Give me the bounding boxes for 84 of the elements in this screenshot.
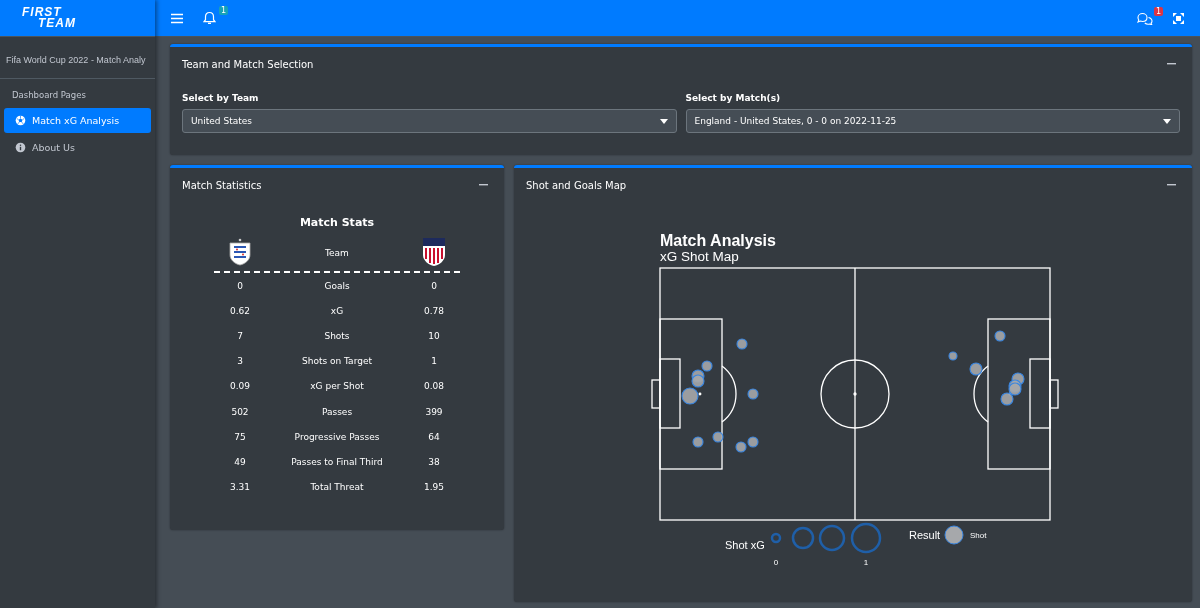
shot-marker (681, 387, 699, 405)
shot-marker (701, 360, 713, 372)
crest-icon (422, 237, 446, 267)
minus-icon (479, 184, 488, 186)
table-cell: 0 (237, 280, 243, 291)
legend-title: Shot xG (725, 539, 765, 551)
card-title: Shot and Goals Map (526, 179, 627, 191)
table-cell: 0.09 (229, 381, 250, 392)
shot-marker (1000, 392, 1014, 406)
table-cell: Total Threat (310, 482, 364, 493)
table-cell: 64 (428, 431, 440, 442)
field-label: Select by Match(s) (685, 93, 782, 103)
column-header: Team (325, 248, 349, 258)
legend-label: 0 (773, 558, 779, 567)
minus-icon (1167, 184, 1176, 186)
shot-legend-marker (944, 525, 964, 545)
dropdown-field[interactable]: United States (182, 109, 677, 133)
table-cell: Passes (321, 406, 353, 417)
app-title: Fifa World Cup 2022 - Match Analy (0, 37, 155, 79)
minus-icon (1167, 63, 1176, 65)
shot-marker (692, 436, 704, 448)
table-cell: 502 (231, 406, 249, 417)
brand-logo[interactable]: FIRST TEAM (0, 0, 155, 37)
table-cell: 38 (428, 456, 440, 467)
legend-title: Result (909, 529, 941, 541)
chart-title: Match Analysis (660, 232, 776, 249)
dropdown-field[interactable]: England - United States, 0 - 0 on 2022-11-25 (685, 109, 1180, 133)
legend-label: 1 (863, 558, 869, 567)
table-cell: 3 (237, 356, 243, 367)
crest-icon (229, 238, 251, 266)
field-label: Select by Team (182, 93, 260, 103)
table-cell: xG (330, 305, 344, 316)
shot-marker (948, 351, 958, 361)
table-heading: Match Stats (298, 216, 376, 229)
shot-marker (969, 362, 983, 376)
table-cell: 75 (234, 431, 246, 442)
shot-marker (736, 338, 748, 350)
table-cell: 49 (234, 456, 246, 467)
table-cell: Progressive Passes (294, 431, 380, 442)
xg-size-ring (818, 524, 846, 552)
chat-icon (1137, 11, 1153, 25)
legend-label: Shot (970, 531, 987, 540)
table-cell: xG per Shot (310, 381, 364, 392)
message-badge: 1 (1153, 6, 1163, 16)
table-cell: 1.95 (423, 482, 444, 493)
card-title: Team and Match Selection (182, 58, 314, 70)
section-label: Dashboard Pages (11, 89, 87, 102)
table-cell: Shots (324, 330, 350, 341)
menu-icon (171, 12, 183, 24)
table-cell: 3.31 (229, 482, 250, 493)
soccer-ball-icon (15, 115, 26, 126)
xg-size-ring (850, 522, 882, 554)
shot-marker (747, 436, 759, 448)
card-title: Match Statistics (182, 179, 262, 191)
table-cell: Shots on Target (302, 356, 372, 367)
shot-marker (712, 431, 724, 443)
table-cell: 1 (431, 356, 437, 367)
table-cell: Passes to Final Third (291, 456, 383, 467)
table-cell: 0 (431, 280, 437, 291)
chart-subtitle: xG Shot Map (660, 249, 739, 264)
table-cell: 0.78 (423, 305, 444, 316)
table-cell: 0.08 (423, 381, 444, 392)
notification-badge: 1 (218, 6, 228, 15)
messages-button[interactable]: 1 (1129, 7, 1161, 29)
sidebar-item[interactable]: Match xG Analysis (4, 108, 151, 133)
table-cell: Goals (324, 280, 350, 291)
table-cell: 399 (425, 406, 443, 417)
sidebar-item[interactable]: About Us (4, 135, 151, 160)
shot-marker (747, 388, 759, 400)
logo-text: FIRST (22, 7, 62, 18)
shot-marker (994, 330, 1006, 342)
bell-icon (203, 11, 216, 25)
shot-marker (735, 441, 747, 453)
table-cell: 7 (237, 330, 243, 341)
caret-icon (659, 118, 668, 124)
logo-text: TEAM (37, 18, 76, 29)
shot-marker (691, 374, 705, 388)
table-cell: 0.62 (229, 305, 250, 316)
table-cell: 10 (428, 330, 440, 341)
info-icon (15, 142, 26, 153)
xg-size-ring (770, 532, 782, 544)
caret-icon (1163, 118, 1171, 124)
xg-size-ring (791, 526, 815, 550)
fullscreen-icon (1173, 12, 1184, 24)
